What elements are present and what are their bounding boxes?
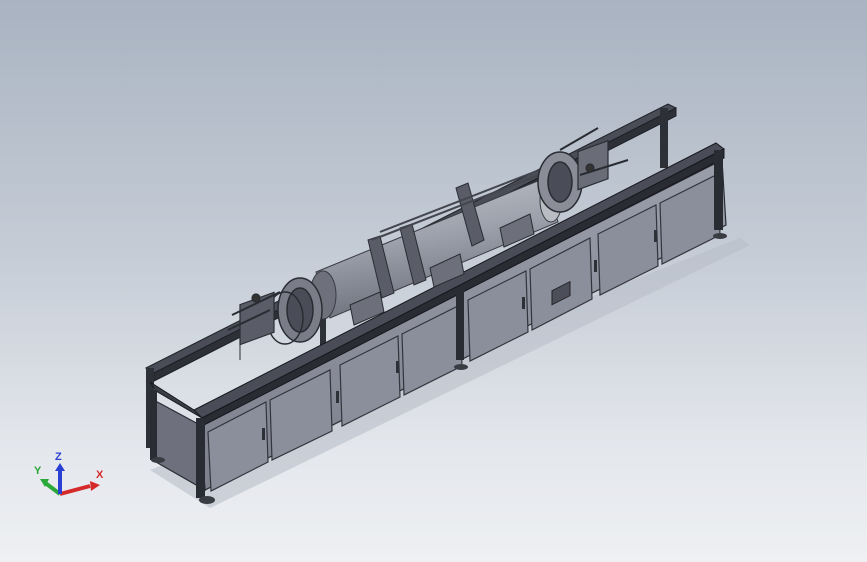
axis-triad: X Y Z <box>34 451 104 496</box>
z-axis-label: Z <box>55 451 62 463</box>
x-axis-arrow <box>59 481 100 496</box>
machine-3d-model[interactable] <box>0 0 867 562</box>
y-axis-label: Y <box>34 465 42 477</box>
x-axis-label: X <box>96 469 104 481</box>
y-axis-arrow <box>40 479 62 496</box>
right-ring-flange <box>537 151 583 213</box>
cad-graphics-area[interactable]: X Y Z <box>0 0 867 562</box>
left-end-mechanism <box>227 291 281 360</box>
